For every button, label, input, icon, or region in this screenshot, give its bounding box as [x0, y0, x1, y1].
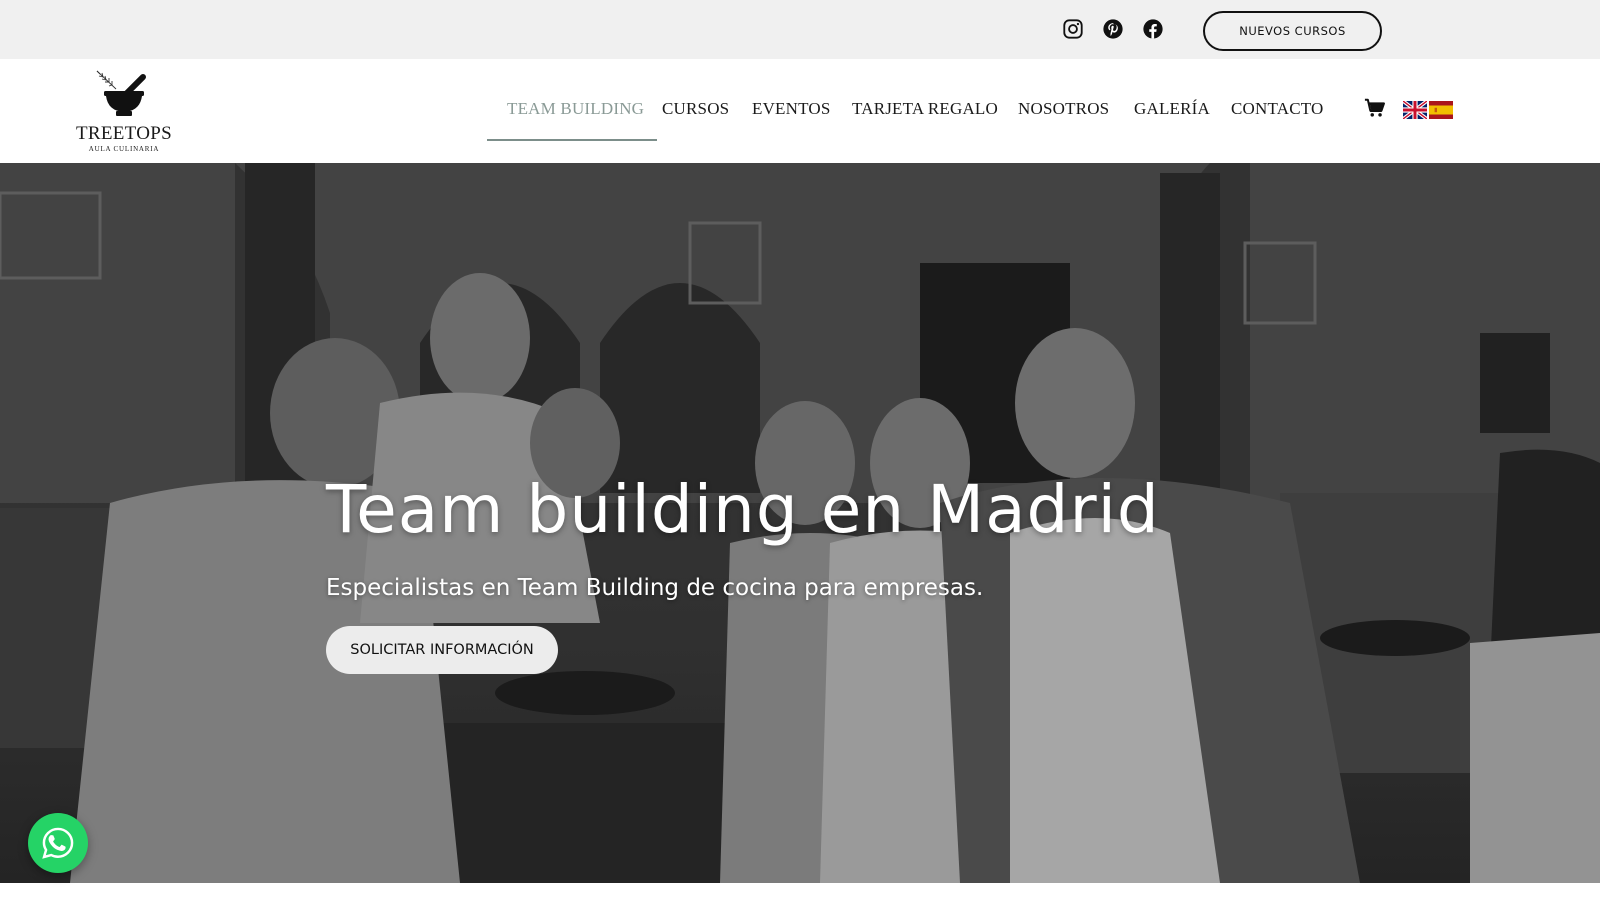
active-nav-indicator: [487, 139, 657, 141]
solicitar-informacion-button[interactable]: SOLICITAR INFORMACIÓN: [326, 626, 558, 674]
mortar-and-pestle-icon: [96, 70, 146, 116]
instagram-icon[interactable]: [1061, 17, 1085, 41]
hero-title: Team building en Madrid: [326, 471, 1160, 548]
hero-section: Team building en Madrid Especialistas en…: [0, 163, 1600, 883]
nav-item-nosotros[interactable]: NOSOTROS: [1018, 99, 1109, 119]
flag-es-glyph: [1429, 101, 1453, 119]
nuevos-cursos-button[interactable]: NUEVOS CURSOS: [1203, 11, 1382, 51]
page-bottom-strip: [0, 883, 1600, 900]
top-bar: NUEVOS CURSOS: [0, 0, 1600, 59]
nav-item-contacto[interactable]: CONTACTO: [1231, 99, 1324, 119]
nav-item-team-building[interactable]: TEAM BUILDING: [507, 99, 644, 119]
flag-es-icon[interactable]: [1429, 101, 1453, 119]
facebook-icon-glyph: [1143, 19, 1163, 39]
nav-item-galeria[interactable]: GALERÍA: [1134, 99, 1210, 119]
logo-subtitle: AULA CULINARIA: [88, 145, 160, 153]
pinterest-icon[interactable]: [1101, 17, 1125, 41]
nav-item-tarjeta-regalo[interactable]: TARJETA REGALO: [852, 99, 998, 119]
whatsapp-icon: [42, 827, 74, 859]
logo[interactable]: TREETOPS AULA CULINARIA: [70, 67, 178, 157]
hero-subtitle: Especialistas en Team Building de cocina…: [326, 575, 984, 601]
flag-uk-glyph: [1403, 101, 1427, 119]
nav-item-cursos[interactable]: CURSOS: [662, 99, 729, 119]
whatsapp-button[interactable]: [28, 813, 88, 873]
facebook-icon[interactable]: [1141, 17, 1165, 41]
main-header: TREETOPS AULA CULINARIA TEAM BUILDING CU…: [0, 59, 1600, 163]
flag-uk-icon[interactable]: [1403, 101, 1427, 119]
nav-item-eventos[interactable]: EVENTOS: [752, 99, 831, 119]
pinterest-icon-glyph: [1103, 19, 1123, 39]
cart-icon[interactable]: [1364, 97, 1386, 119]
logo-name: TREETOPS: [75, 123, 172, 144]
instagram-icon-glyph: [1063, 19, 1083, 39]
